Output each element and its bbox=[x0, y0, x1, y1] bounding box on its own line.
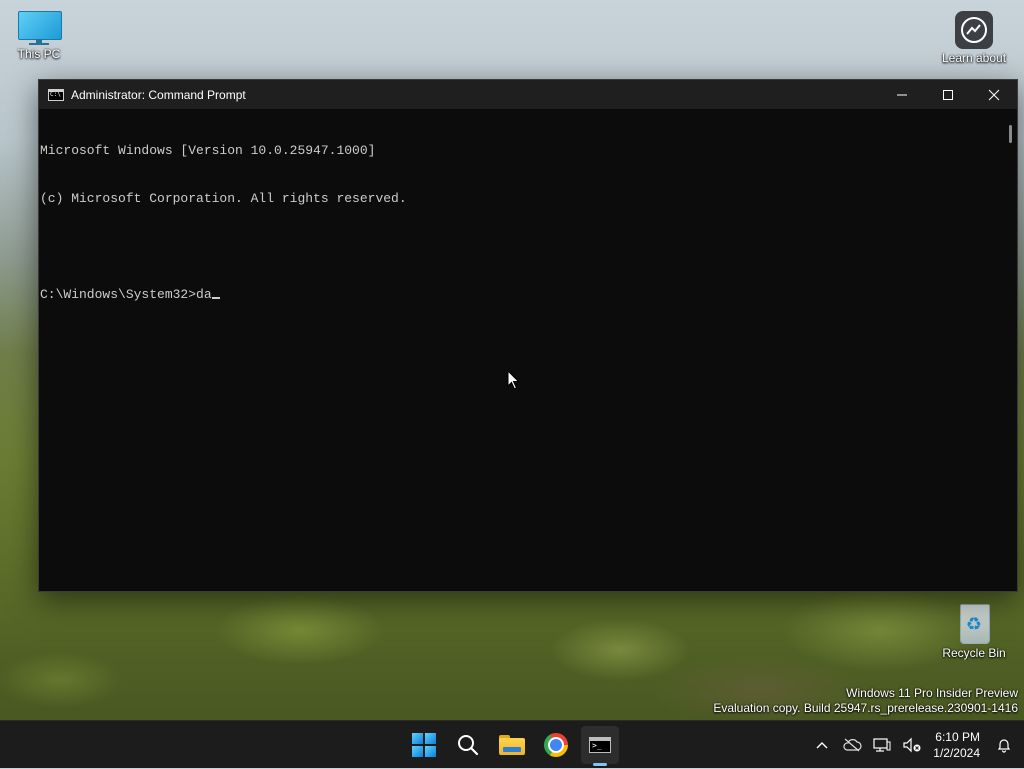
scrollbar-thumb[interactable] bbox=[1009, 125, 1012, 143]
console-line: (c) Microsoft Corporation. All rights re… bbox=[40, 191, 407, 206]
desktop-icon-label: This PC bbox=[17, 47, 61, 61]
cloud-offline-icon bbox=[843, 738, 862, 752]
desktop-icon-label: Recycle Bin bbox=[942, 646, 1006, 660]
minimize-icon bbox=[897, 94, 907, 95]
desktop-icon-label: Learn about bbox=[941, 51, 1007, 65]
windows-watermark: Windows 11 Pro Insider Preview Evaluatio… bbox=[713, 686, 1018, 716]
system-tray: 6:10 PM 1/2/2024 bbox=[807, 721, 1024, 769]
command-prompt-taskbar-button[interactable] bbox=[578, 721, 622, 769]
maximize-button[interactable] bbox=[925, 80, 971, 109]
taskbar: 6:10 PM 1/2/2024 bbox=[0, 720, 1024, 768]
start-button[interactable] bbox=[402, 721, 446, 769]
clock-time: 6:10 PM bbox=[935, 730, 980, 744]
taskbar-apps bbox=[402, 721, 622, 769]
chevron-up-icon bbox=[816, 742, 828, 749]
text-cursor bbox=[211, 297, 220, 299]
network-button[interactable] bbox=[867, 725, 897, 765]
file-explorer-button[interactable] bbox=[490, 721, 534, 769]
file-explorer-icon bbox=[499, 735, 525, 755]
command-prompt-icon bbox=[589, 737, 611, 753]
desktop-icon-recycle-bin[interactable]: ♻ Recycle Bin bbox=[936, 600, 1012, 660]
search-icon bbox=[458, 735, 479, 756]
start-icon bbox=[412, 733, 436, 757]
cmd-app-icon[interactable] bbox=[48, 88, 64, 101]
vertical-scrollbar[interactable] bbox=[1005, 109, 1017, 591]
clock-date: 1/2/2024 bbox=[933, 746, 980, 760]
notifications-button[interactable] bbox=[990, 725, 1018, 765]
close-icon bbox=[988, 89, 1000, 100]
network-icon bbox=[873, 738, 891, 752]
bell-icon bbox=[997, 739, 1011, 753]
close-button[interactable] bbox=[971, 80, 1017, 109]
show-hidden-icons-button[interactable] bbox=[807, 725, 837, 765]
command-prompt-window[interactable]: Administrator: Command Prompt Microsoft … bbox=[38, 79, 1018, 592]
console-prompt-text: C:\Windows\System32>da bbox=[40, 287, 212, 302]
watermark-line-1: Windows 11 Pro Insider Preview bbox=[846, 686, 1018, 700]
onedrive-button[interactable] bbox=[837, 725, 867, 765]
mouse-pointer-icon bbox=[507, 370, 520, 390]
title-bar[interactable]: Administrator: Command Prompt bbox=[39, 80, 1017, 109]
minimize-button[interactable] bbox=[879, 80, 925, 109]
console-prompt-line[interactable]: C:\Windows\System32>da bbox=[40, 287, 1005, 303]
console-line: Microsoft Windows [Version 10.0.25947.10… bbox=[40, 143, 376, 158]
window-controls bbox=[879, 80, 1017, 109]
recycle-bin-icon: ♻ bbox=[957, 600, 991, 644]
monitor-icon bbox=[18, 11, 62, 45]
clock[interactable]: 6:10 PM 1/2/2024 bbox=[927, 729, 990, 761]
search-button[interactable] bbox=[446, 721, 490, 769]
chrome-button[interactable] bbox=[534, 721, 578, 769]
chrome-icon bbox=[544, 733, 568, 757]
desktop-icon-learn-about[interactable]: Learn about bbox=[936, 11, 1012, 65]
console-output[interactable]: Microsoft Windows [Version 10.0.25947.10… bbox=[39, 109, 1005, 591]
desktop-icon-this-pc[interactable]: This PC bbox=[1, 11, 77, 61]
volume-button[interactable] bbox=[897, 725, 927, 765]
learn-about-icon bbox=[955, 11, 993, 49]
volume-muted-icon bbox=[903, 737, 921, 753]
window-title: Administrator: Command Prompt bbox=[71, 87, 246, 102]
watermark-line-2: Evaluation copy. Build 25947.rs_prerelea… bbox=[713, 701, 1018, 715]
maximize-icon bbox=[943, 89, 953, 100]
